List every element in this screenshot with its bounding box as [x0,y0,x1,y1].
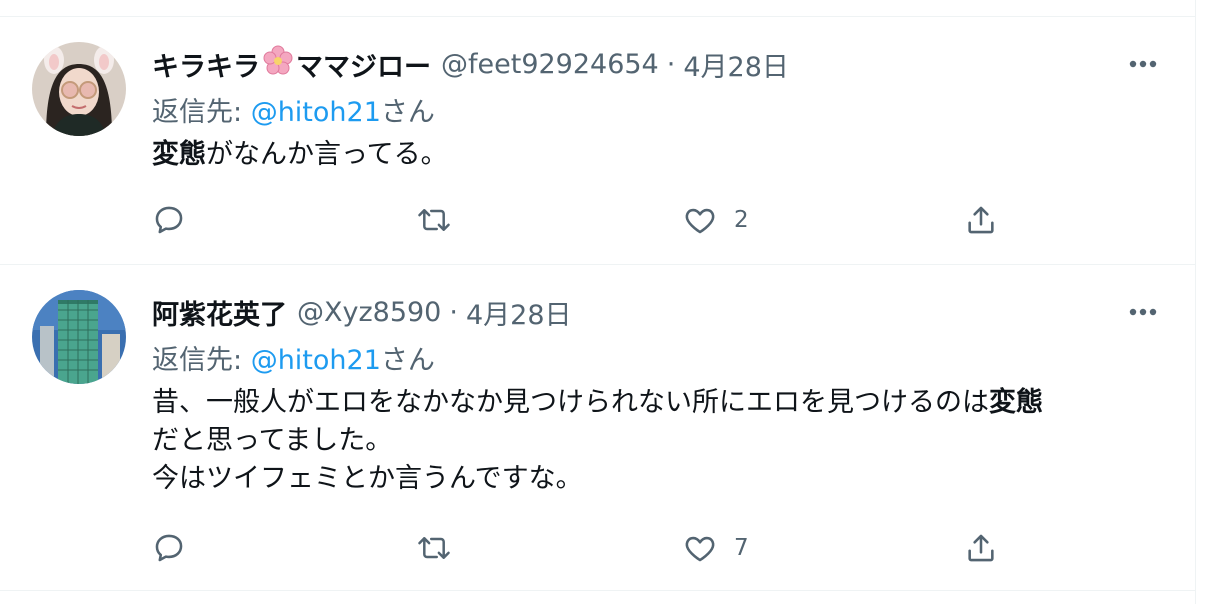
tweet-text-line: 昔、一般人がエロをなかなか見つけられない所にエロを見つけるのは変態 [152,384,1043,422]
highlighted-word: 変態 [989,387,1043,418]
reply-icon [152,531,186,565]
reply-timeline: キラキラ ママジロー @feet92924654 · 4月28日 返信先: @h… [0,0,1196,604]
tweet[interactable]: 阿紫花英了 @Xyz8590 · 4月28日 返信先: @hitoh21さん 昔… [0,264,1196,590]
like-count: 7 [734,535,749,561]
tweet-text-line: 今はツイフェミとか言うんですな。 [152,463,583,494]
share-button[interactable] [964,528,998,568]
avatar[interactable] [32,290,126,384]
user-handle[interactable]: @Xyz8590 [297,297,441,328]
reply-to: 返信先: @hitoh21さん [152,90,435,129]
tweet-date[interactable]: 4月28日 [683,45,789,84]
reply-to: 返信先: @hitoh21さん [152,338,435,377]
share-icon [964,203,998,237]
reply-icon [152,203,186,237]
tweet-text: 昔、一般人がエロをなかなか見つけられない所にエロを見つけるのは変態 だと思ってまし… [152,384,1043,498]
separator: · [449,296,458,328]
heart-icon [682,531,718,565]
reply-to-suffix: さん [380,97,435,128]
reply-button[interactable] [152,200,186,240]
tweet-header: キラキラ ママジロー @feet92924654 · 4月28日 [152,44,789,84]
reply-to-label: 返信先: [152,345,251,376]
retweet-icon [416,203,452,237]
retweet-button[interactable] [416,528,452,568]
retweet-button[interactable] [416,200,452,240]
tweet-actions: 7 [152,528,1012,568]
reply-to-handle[interactable]: @hitoh21 [251,97,381,128]
retweet-icon [416,531,452,565]
tweet-header: 阿紫花英了 @Xyz8590 · 4月28日 [152,292,572,332]
more-horizontal-icon[interactable] [1128,292,1158,332]
like-count: 2 [734,207,749,233]
heart-icon [682,203,718,237]
tweet-date[interactable]: 4月28日 [466,293,572,332]
reply-button[interactable] [152,528,186,568]
share-button[interactable] [964,200,998,240]
like-button[interactable]: 2 [682,200,749,240]
tweet-text-span: 昔、一般人がエロをなかなか見つけられない所にエロを見つけるのは [152,387,989,418]
tweet-text-rest: がなんか言ってる。 [206,139,448,170]
reply-to-suffix: さん [380,345,435,376]
share-icon [964,531,998,565]
display-name[interactable]: 阿紫花英了 [152,293,287,332]
tweet-text: 変態がなんか言ってる。 [152,136,448,174]
divider [0,590,1196,591]
tweet-actions: 2 [152,200,1012,240]
more-horizontal-icon[interactable] [1128,44,1158,84]
highlighted-word: 変態 [152,139,206,170]
reply-to-handle[interactable]: @hitoh21 [251,345,381,376]
separator: · [666,48,676,80]
cherry-blossom-icon [262,44,294,76]
tweet[interactable]: キラキラ ママジロー @feet92924654 · 4月28日 返信先: @h… [0,16,1196,264]
like-button[interactable]: 7 [682,528,749,568]
display-name[interactable]: キラキラ ママジロー [152,44,431,84]
tweet-text-line: だと思ってました。 [152,425,393,456]
display-name-part: キラキラ [152,52,260,83]
avatar[interactable] [32,42,126,136]
display-name-part: ママジロー [296,52,431,83]
user-handle[interactable]: @feet92924654 [441,49,659,80]
reply-to-label: 返信先: [152,97,251,128]
